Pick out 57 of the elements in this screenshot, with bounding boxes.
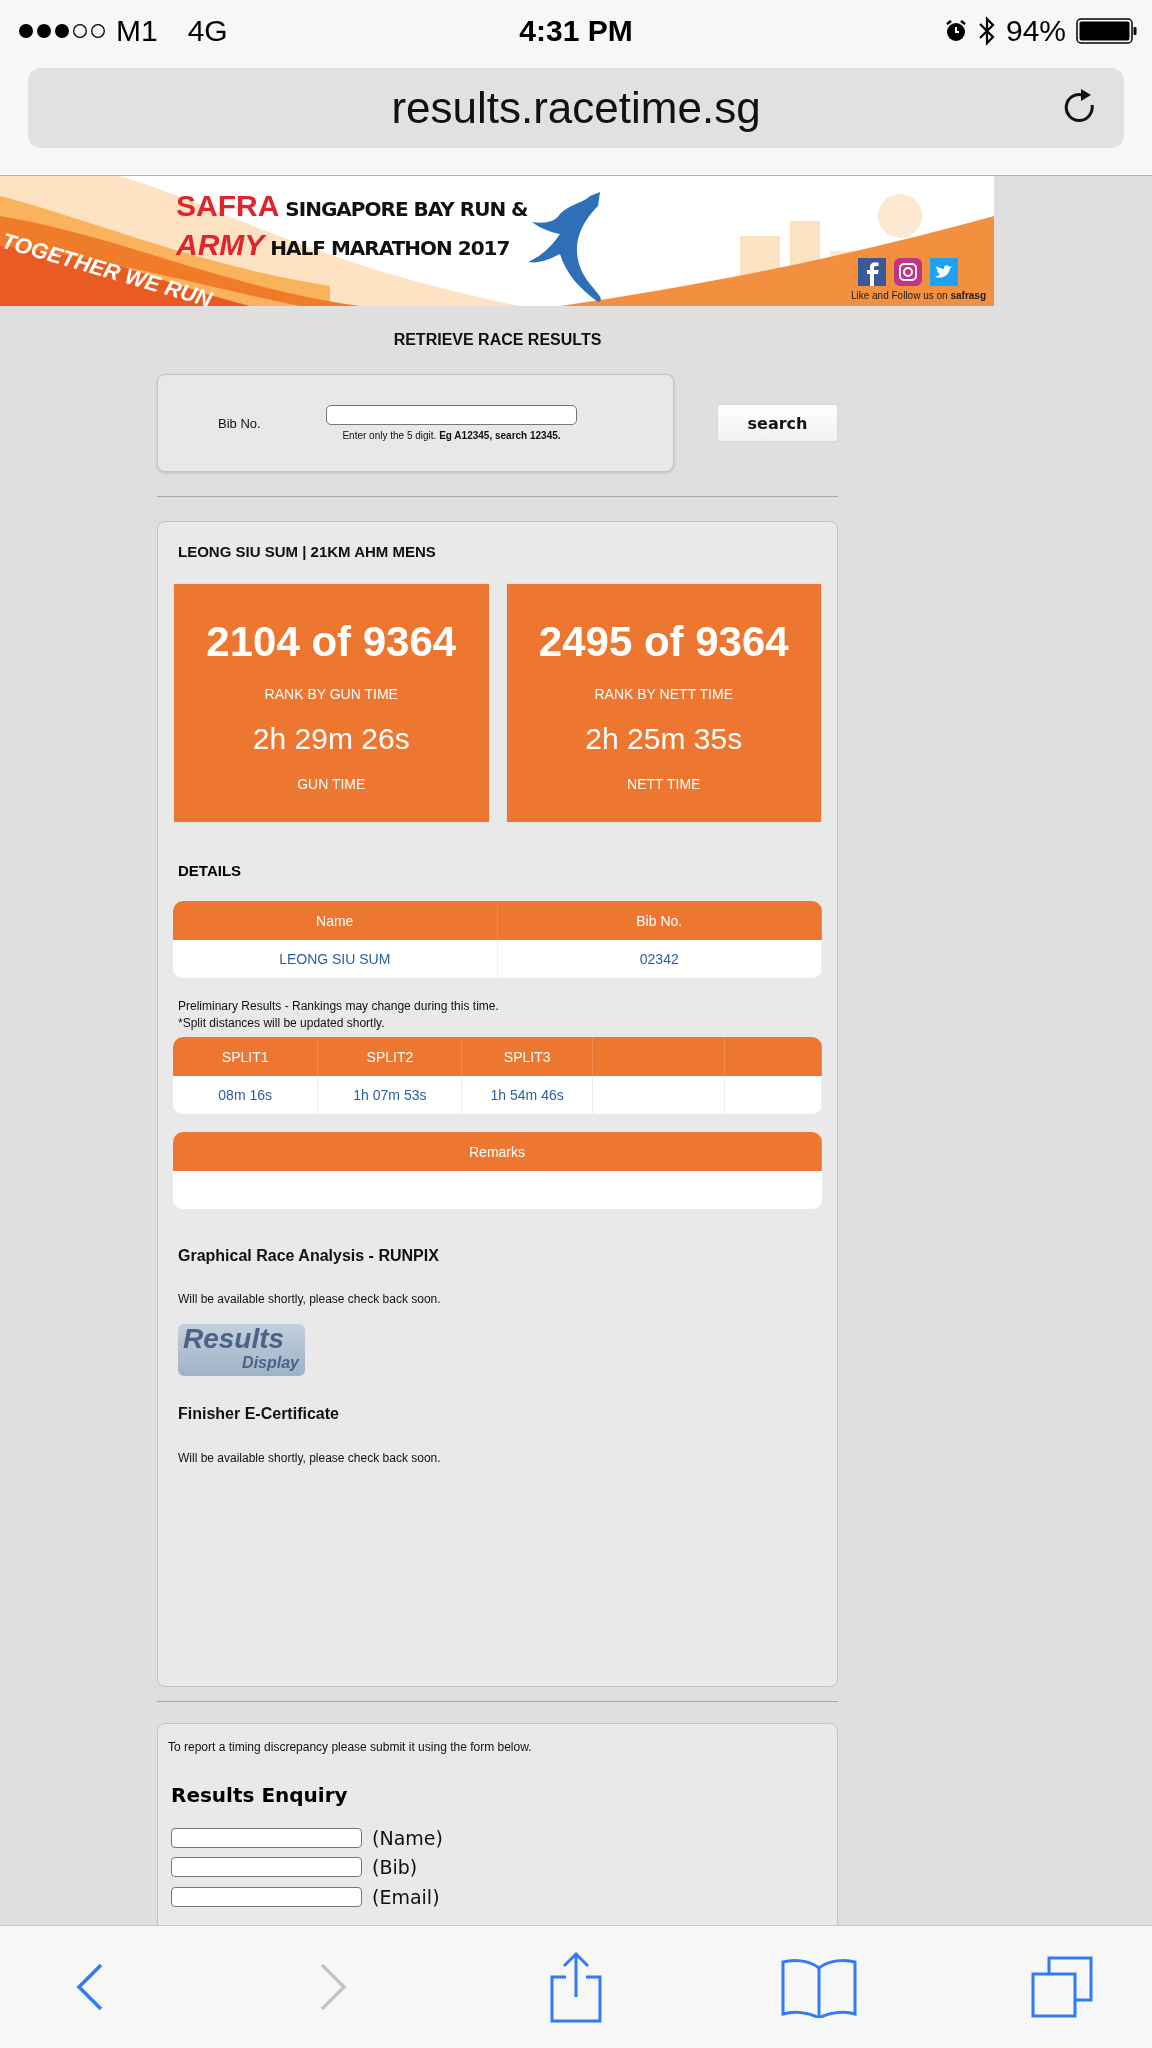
- field-label: Bib No.: [218, 415, 262, 431]
- table-cell: 08m 16s: [173, 1076, 319, 1114]
- rank-value: 2495 of 9364: [538, 618, 789, 666]
- network-type: 4G: [187, 14, 228, 48]
- form-heading: Results Enquiry: [170, 1782, 349, 1808]
- twitter-icon[interactable]: [930, 258, 958, 286]
- field-label: (Name): [372, 1826, 443, 1849]
- note-text: Preliminary Results - Rankings may change during this time.: [178, 998, 500, 1015]
- input-field[interactable]: [171, 1827, 362, 1848]
- results-display-logo[interactable]: Results Display: [178, 1324, 305, 1376]
- brand-text: SAFRA: [176, 188, 280, 224]
- bluetooth-icon: [977, 16, 996, 46]
- table-cell: LEONG SIU SUM: [173, 940, 498, 978]
- event-title: SINGAPORE BAY RUN &: [285, 196, 528, 223]
- bookmarks-icon[interactable]: [781, 1956, 857, 2018]
- logo-text: Results: [183, 1324, 285, 1354]
- section-heading: Finisher E-Certificate: [178, 1404, 340, 1424]
- table-cell: 1h 54m 46s: [462, 1076, 593, 1114]
- section-heading: DETAILS: [177, 863, 243, 879]
- tabs-icon[interactable]: [1031, 1956, 1093, 2018]
- input-hint: Enter only the 5 digit. Eg A12345, search 12345.: [342, 430, 561, 441]
- clock-time: 4:31 PM: [518, 14, 634, 48]
- battery-icon: [1076, 18, 1138, 44]
- event-title: HALF MARATHON 2017: [270, 235, 510, 262]
- carrier-name: M1: [116, 14, 158, 48]
- rank-label: RANK BY NETT TIME: [594, 686, 733, 702]
- battery-percent: 94%: [1005, 14, 1066, 48]
- input-field[interactable]: [171, 1886, 362, 1907]
- logo-text: Display: [242, 1354, 299, 1372]
- signal-icon: [18, 23, 106, 39]
- rank-label: RANK BY GUN TIME: [264, 686, 398, 702]
- share-icon[interactable]: [548, 1951, 604, 2023]
- instagram-icon[interactable]: [894, 258, 922, 286]
- brand-text: ARMY: [176, 227, 265, 263]
- section-text: Will be available shortly, please check back soon.: [178, 1450, 442, 1466]
- url-text: results.racetime.sg: [391, 83, 761, 133]
- time-label: GUN TIME: [297, 776, 366, 792]
- intro-text: To report a timing discrepancy please submit it using the form below.: [168, 1739, 533, 1755]
- time-label: NETT TIME: [627, 776, 701, 792]
- facebook-icon[interactable]: [858, 258, 886, 286]
- bib-input-field[interactable]: [326, 405, 577, 425]
- rank-value: 2104 of 9364: [206, 618, 457, 666]
- time-value: 2h 29m 26s: [252, 722, 410, 756]
- section-text: Will be available shortly, please check back soon.: [178, 1291, 442, 1307]
- runner-title: LEONG SIU SUM | 21KM AHM MENS: [177, 543, 437, 561]
- note-text: *Split distances will be updated shortly.: [178, 1015, 386, 1032]
- table-cell: 02342: [497, 940, 822, 978]
- field-label: (Email): [372, 1885, 440, 1908]
- page-title: RETRIEVE RACE RESULTS: [392, 331, 603, 349]
- input-field[interactable]: [171, 1857, 362, 1878]
- search-button[interactable]: search: [717, 404, 838, 442]
- field-label: (Bib): [372, 1856, 418, 1879]
- address-bar[interactable]: results.racetime.sg: [28, 68, 1124, 148]
- table-cell: 1h 07m 53s: [318, 1076, 463, 1114]
- follow-text: Like and Follow us on safrasg: [850, 290, 986, 301]
- time-value: 2h 25m 35s: [585, 722, 743, 756]
- section-heading: Graphical Race Analysis - RUNPIX: [178, 1246, 440, 1266]
